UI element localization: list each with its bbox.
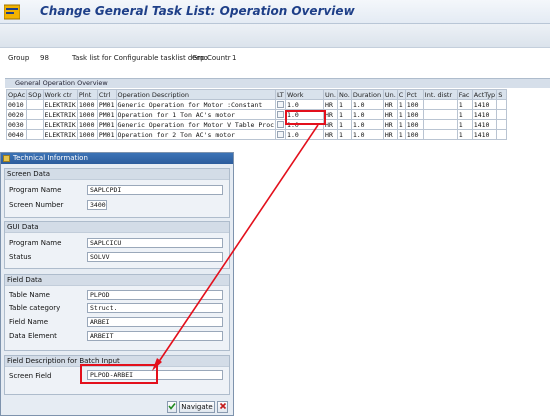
callout-arrow xyxy=(152,124,319,371)
